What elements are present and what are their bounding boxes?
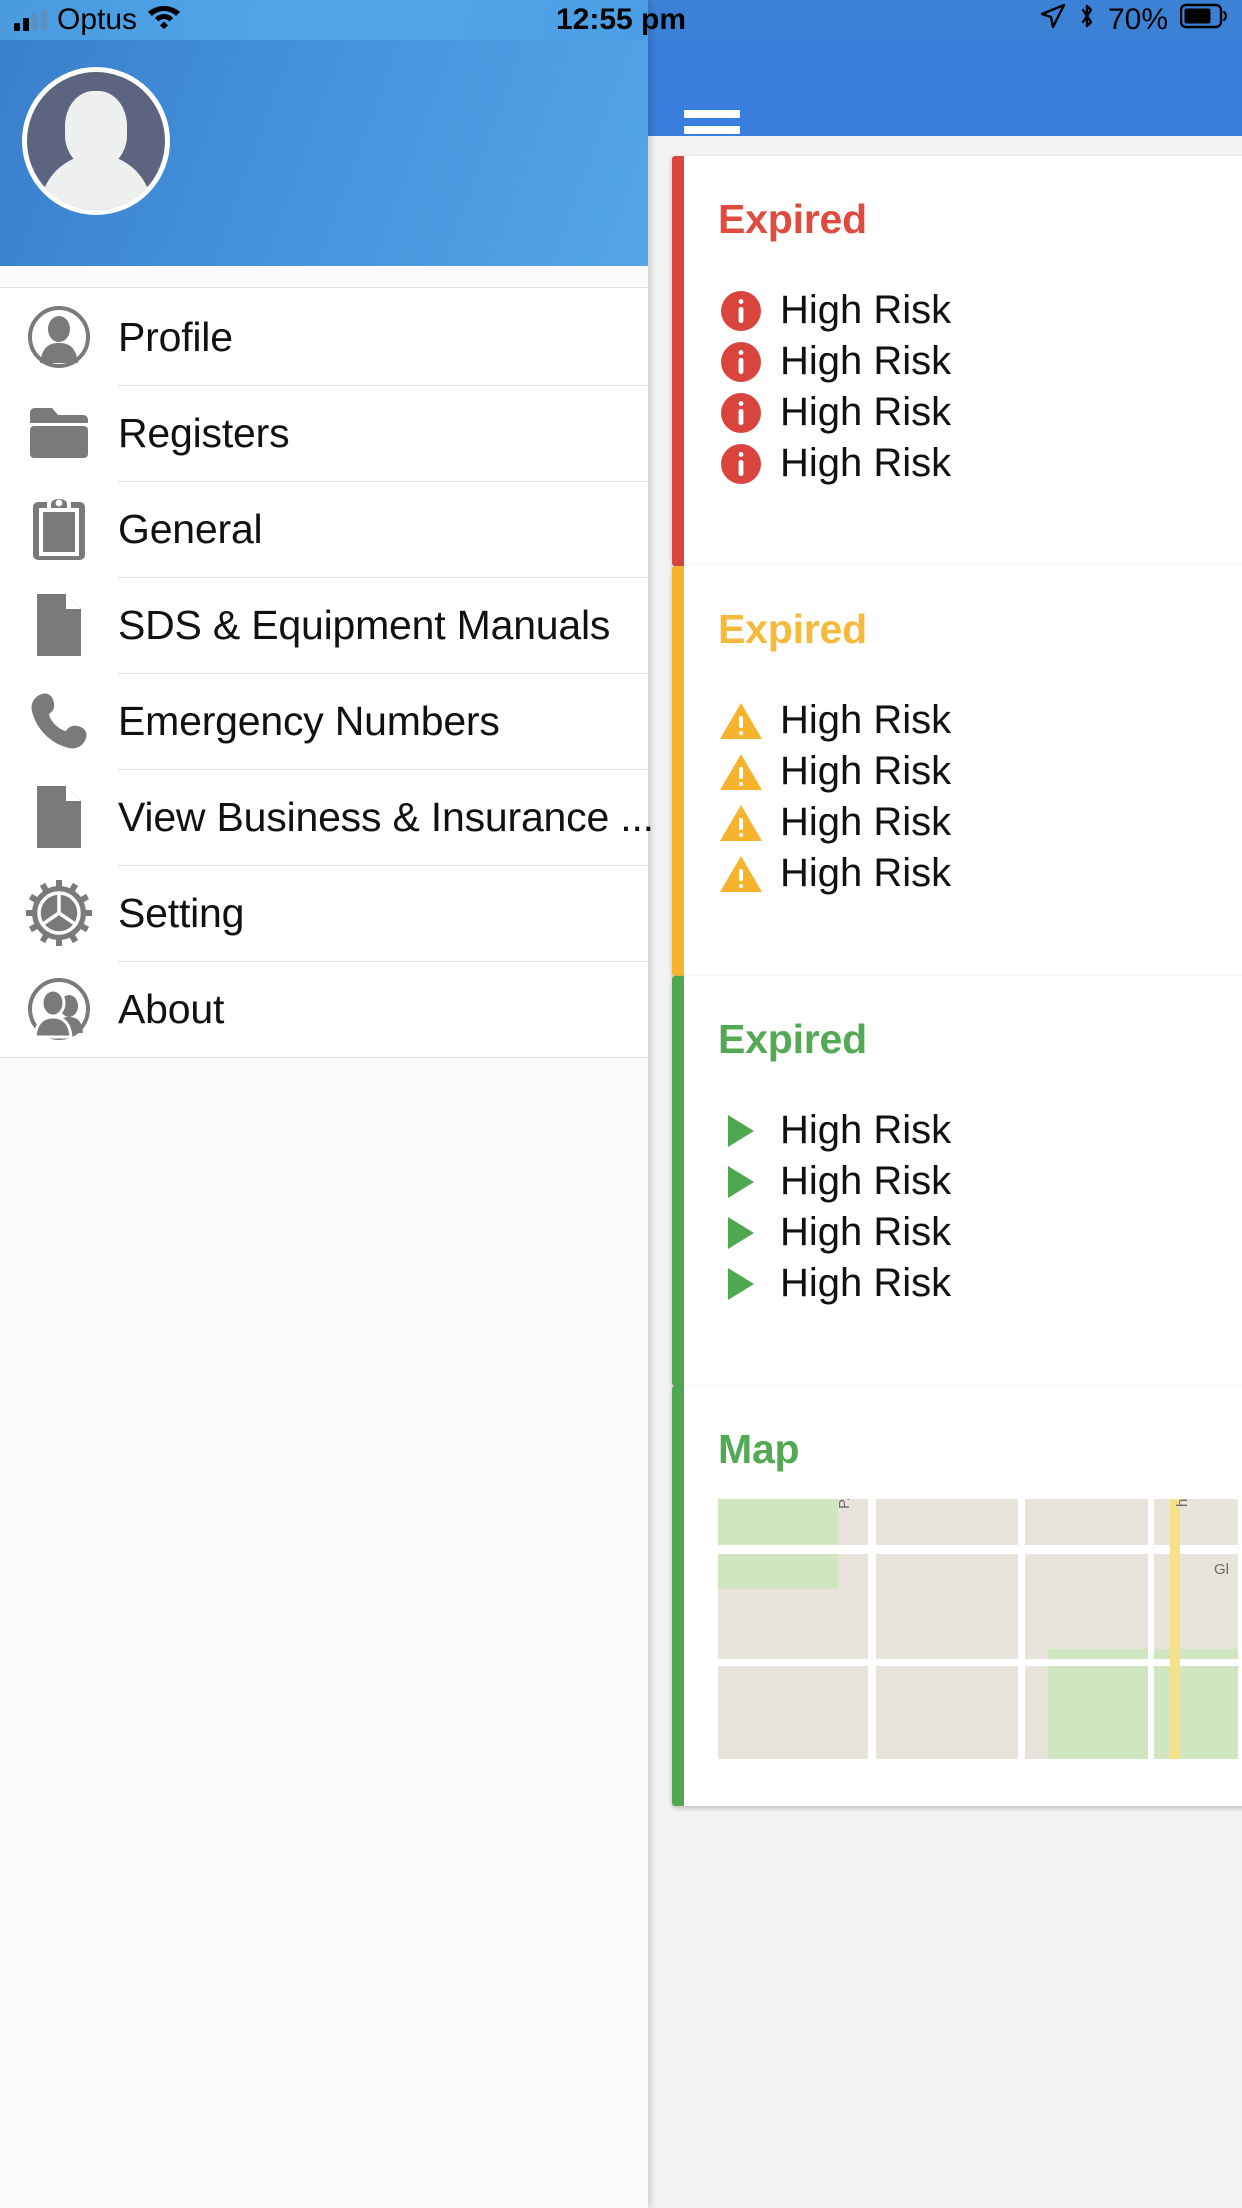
status-bar-right: 70% [1040,0,1228,40]
gear-icon [0,865,118,961]
card-accent-bar [672,976,684,1386]
sidebar-item-label: Registers [118,409,290,456]
sidebar-item-view-business-insurance[interactable]: View Business & Insurance ... [0,769,654,865]
sidebar-item-setting[interactable]: Setting [0,865,648,961]
card-row-label: High Risk [780,749,952,793]
card-map[interactable]: Map h Nun E Gl PAR [672,1386,1242,1806]
card-accent-bar [672,566,684,976]
card-row-label: High Risk [780,1159,952,1203]
play-triangle-icon [718,1108,764,1154]
warning-triangle-icon [718,698,764,744]
play-triangle-icon [718,1261,764,1307]
phone-icon [0,673,118,769]
card-accent-bar [672,156,684,566]
card-expired-red[interactable]: Expired High Risk High Risk High Risk Hi… [672,156,1242,566]
card-row-label: High Risk [780,441,952,485]
card-row[interactable]: High Risk [718,695,1242,746]
card-row-label: High Risk [780,339,952,383]
card-row-label: High Risk [780,800,952,844]
person-circle-icon [0,289,118,385]
navigation-drawer: Profile Registers General SDS & Equipmen… [0,0,654,2208]
card-title: Map [718,1426,800,1472]
card-row[interactable]: High Risk [718,1156,1242,1207]
sidebar-item-emergency-numbers[interactable]: Emergency Numbers [0,673,648,769]
card-row[interactable]: High Risk [718,797,1242,848]
folder-icon [0,385,118,481]
battery-percent-label: 70% [1107,3,1168,36]
clipboard-icon [0,481,118,577]
card-row[interactable]: High Risk [718,848,1242,899]
sidebar-item-label: SDS & Equipment Manuals [118,601,611,648]
drawer-menu-list: Profile Registers General SDS & Equipmen… [0,289,654,1057]
bluetooth-icon [1078,2,1096,38]
status-bar: Optus 12:55 pm 70% [0,0,1242,40]
card-row[interactable]: High Risk [718,746,1242,797]
info-circle-icon [718,390,764,436]
card-row[interactable]: High Risk [718,285,1242,336]
info-circle-icon [718,441,764,487]
sidebar-item-label: General [118,505,263,552]
sidebar-item-label: View Business & Insurance ... [118,793,654,840]
play-triangle-icon [718,1159,764,1205]
sidebar-item-about[interactable]: About [0,961,648,1057]
sidebar-item-general[interactable]: General [0,481,648,577]
card-row[interactable]: High Risk [718,438,1242,489]
card-row-label: High Risk [780,851,952,895]
card-accent-bar [672,1386,684,1806]
map-label: h Nun E [1174,1499,1191,1507]
card-row[interactable]: High Risk [718,1258,1242,1309]
card-row-label: High Risk [780,1210,952,1254]
card-row[interactable]: High Risk [718,1207,1242,1258]
card-row-label: High Risk [780,698,952,742]
map-label: PAR [836,1499,853,1509]
card-expired-green[interactable]: Expired High Risk High Risk High Risk Hi… [672,976,1242,1386]
document-icon [0,769,118,865]
card-row[interactable]: High Risk [718,387,1242,438]
drawer-header [0,40,648,266]
location-arrow-icon [1040,3,1066,37]
card-row[interactable]: High Risk [718,1105,1242,1156]
info-circle-icon [718,288,764,334]
battery-icon [1179,3,1228,37]
play-triangle-icon [718,1210,764,1256]
card-row[interactable]: High Risk [718,336,1242,387]
sidebar-item-profile[interactable]: Profile [0,289,648,385]
card-row-label: High Risk [780,288,952,332]
drawer-empty-area [0,1058,648,2208]
sidebar-item-label: Setting [118,889,245,936]
document-icon [0,577,118,673]
sidebar-item-label: Emergency Numbers [118,697,500,744]
card-title: Expired [718,1016,867,1062]
sidebar-item-label: About [118,985,225,1032]
people-circle-icon [0,961,118,1057]
card-title: Expired [718,606,867,652]
sidebar-item-registers[interactable]: Registers [0,385,648,481]
avatar[interactable] [22,67,170,215]
info-circle-icon [718,339,764,385]
warning-triangle-icon [718,800,764,846]
card-row-label: High Risk [780,390,952,434]
card-expired-amber[interactable]: Expired High Risk High Risk High Risk Hi… [672,566,1242,976]
card-row-label: High Risk [780,1108,952,1152]
sidebar-item-sds-equipment-manuals[interactable]: SDS & Equipment Manuals [0,577,648,673]
card-title: Expired [718,196,867,242]
drawer-header-divider [0,266,648,288]
sidebar-item-label: Profile [118,313,233,360]
map-thumbnail-icon[interactable]: h Nun E Gl PAR [718,1499,1238,1759]
card-row-label: High Risk [780,1261,952,1305]
warning-triangle-icon [718,851,764,897]
map-label: Gl [1214,1561,1229,1578]
warning-triangle-icon [718,749,764,795]
